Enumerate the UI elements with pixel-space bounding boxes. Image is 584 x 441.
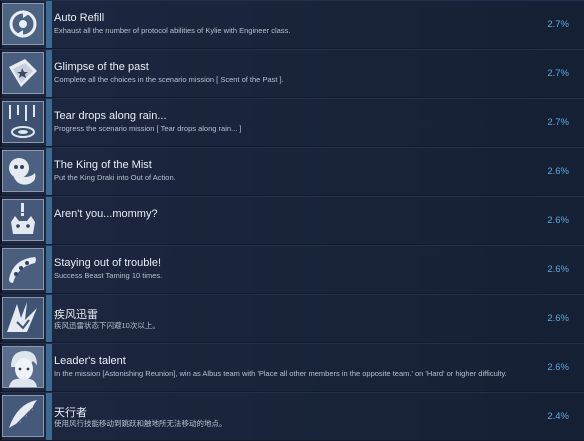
achievement-title: The King of the Mist: [54, 159, 152, 171]
achievement-row: Auto Refill Exhaust all the number of pr…: [0, 0, 584, 48]
achievement-percent: 2.7%: [547, 117, 569, 128]
achievement-percent: 2.6%: [547, 166, 569, 177]
achievement-row: Staying out of trouble! Success Beast Ta…: [0, 245, 584, 293]
achievement-percent: 2.6%: [547, 313, 569, 324]
achievement-description: Put the King Draki into Out of Action.: [54, 173, 176, 182]
book-icon: [2, 52, 44, 94]
achievement-percent: 2.4%: [547, 411, 569, 422]
achievement-row: The King of the Mist Put the King Draki …: [0, 147, 584, 195]
creature-icon: [2, 199, 44, 241]
achievement-title: Leader's talent: [54, 355, 126, 367]
achievement-row: Aren't you...mommy? 2.6%: [0, 196, 584, 244]
achievement-description: 使用风行技能移动到跳跃和触地所无法移动的地点。: [54, 419, 227, 428]
achievement-title: Staying out of trouble!: [54, 257, 162, 269]
achievement-percent: 2.7%: [547, 68, 569, 79]
achievement-description: Success Beast Taming 10 times.: [54, 271, 163, 280]
achievement-description: In the mission [Astonishing Reunion], wi…: [54, 369, 507, 378]
achievement-row: Leader's talent In the mission [Astonish…: [0, 343, 584, 391]
achievement-row: 天行者 使用风行技能移动到跳跃和触地所无法移动的地点。 2.4%: [0, 392, 584, 440]
achievement-description: 疾风迅雷状态下闪避10次以上。: [54, 321, 160, 330]
achievement-row: Glimpse of the past Complete all the cho…: [0, 49, 584, 97]
bean-icon: [2, 248, 44, 290]
achievement-list: Auto Refill Exhaust all the number of pr…: [0, 0, 584, 441]
achievement-title: Glimpse of the past: [54, 61, 149, 73]
achievement-row: Tear drops along rain... Progress the sc…: [0, 98, 584, 146]
achievement-description: Complete all the choices in the scenario…: [54, 75, 284, 84]
rain-icon: [2, 101, 44, 143]
achievement-description: Exhaust all the number of protocol abili…: [54, 26, 291, 35]
refill-icon: [2, 3, 44, 45]
leader-portrait-icon: [2, 346, 44, 388]
achievement-title: Auto Refill: [54, 12, 105, 24]
draki-icon: [2, 150, 44, 192]
lightning-icon: [2, 297, 44, 339]
achievement-title: Tear drops along rain...: [54, 110, 167, 122]
achievement-row: 疾风迅雷 疾风迅雷状态下闪避10次以上。 2.6%: [0, 294, 584, 342]
achievement-percent: 2.7%: [547, 19, 569, 30]
achievement-percent: 2.6%: [547, 264, 569, 275]
achievement-percent: 2.6%: [547, 362, 569, 373]
wing-icon: [2, 395, 44, 437]
achievement-title: Aren't you...mommy?: [54, 208, 158, 220]
achievement-description: Progress the scenario mission [ Tear dro…: [54, 124, 242, 133]
achievement-percent: 2.6%: [547, 215, 569, 226]
